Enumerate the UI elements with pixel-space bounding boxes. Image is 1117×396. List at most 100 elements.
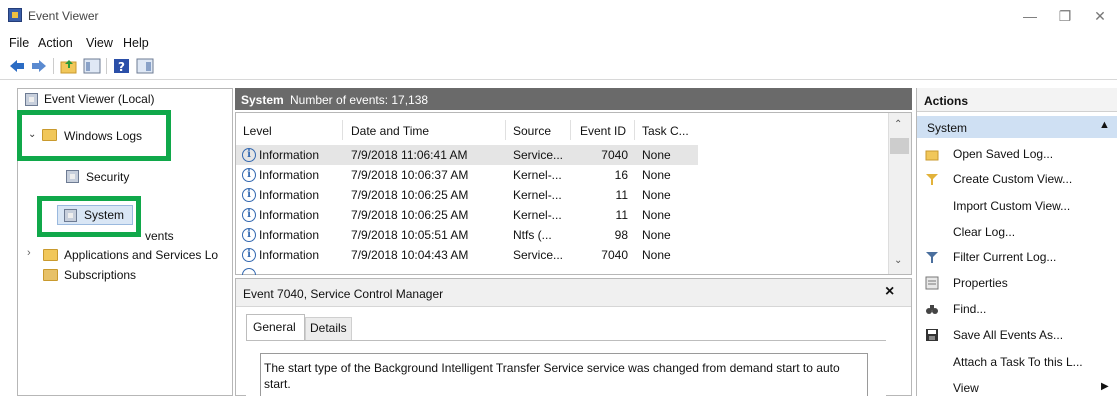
show-hide-tree-icon[interactable] (83, 58, 101, 74)
tree-item-applications-services[interactable]: Applications and Services Lo (64, 248, 218, 262)
action-attach-task[interactable]: Attach a Task To this L... (953, 355, 1083, 369)
action-open-saved-log[interactable]: Open Saved Log... (953, 147, 1053, 161)
close-detail-icon[interactable]: × (885, 283, 894, 301)
tree-item-system[interactable]: System (84, 208, 124, 222)
system-log-icon (64, 209, 77, 222)
row-event-id: 16 (614, 168, 628, 182)
row-date: 7/9/2018 10:05:51 AM (351, 228, 469, 242)
tree-item-subscriptions[interactable]: Subscriptions (64, 268, 136, 282)
security-log-icon (66, 170, 79, 183)
row-event-id: 11 (615, 188, 628, 202)
toolbar-separator (106, 58, 107, 74)
column-header-event-id[interactable]: Event ID (580, 124, 626, 138)
column-header-level[interactable]: Level (243, 124, 272, 138)
column-divider (634, 120, 635, 140)
filter-icon (925, 250, 939, 264)
filter-icon (925, 172, 939, 186)
help-icon[interactable]: ? (113, 58, 131, 74)
chevron-right-icon[interactable]: › (27, 247, 31, 259)
information-icon: i (242, 168, 256, 182)
action-import-custom-view[interactable]: Import Custom View... (953, 199, 1070, 213)
information-icon: i (242, 228, 256, 242)
tab-details-label: Details (310, 321, 347, 335)
row-source: Kernel-... (513, 188, 562, 202)
menu-help[interactable]: Help (123, 36, 149, 50)
scrollbar-thumb[interactable] (890, 138, 909, 154)
row-event-id: 98 (614, 228, 628, 242)
event-count: Number of events: 17,138 (290, 93, 429, 107)
chevron-down-icon[interactable]: ⌄ (28, 129, 36, 140)
action-create-custom-view[interactable]: Create Custom View... (953, 172, 1072, 186)
row-level: Information (259, 208, 320, 222)
maximize-button[interactable]: ❐ (1053, 6, 1077, 26)
row-event-id: 11 (615, 208, 628, 222)
row-task: None (642, 168, 671, 182)
scroll-down-icon[interactable]: ⌄ (894, 255, 902, 266)
information-icon: i (242, 188, 256, 202)
action-view[interactable]: View (953, 381, 979, 395)
row-source: Ntfs (... (513, 228, 552, 242)
action-filter-current-log[interactable]: Filter Current Log... (953, 250, 1056, 264)
toolbar (0, 54, 1117, 80)
windows-logs-folder-icon (42, 129, 57, 141)
close-button[interactable]: ✕ (1088, 6, 1112, 26)
event-viewer-app-icon (8, 8, 22, 22)
column-divider (505, 120, 506, 140)
row-level: Information (259, 248, 320, 262)
action-find[interactable]: Find... (953, 302, 986, 316)
row-date: 7/9/2018 10:06:37 AM (351, 168, 469, 182)
tree-item-forwarded-events[interactable]: vents (145, 229, 174, 243)
menu-bar (0, 32, 1117, 52)
show-hide-action-pane-icon[interactable] (136, 58, 154, 74)
window-title: Event Viewer (28, 9, 99, 23)
row-source: Service... (513, 148, 564, 162)
menu-action[interactable]: Action (38, 36, 73, 50)
back-arrow-icon[interactable] (8, 58, 26, 74)
menu-file[interactable]: File (9, 36, 29, 50)
tree-item-windows-logs[interactable]: Windows Logs (64, 129, 142, 143)
action-clear-log[interactable]: Clear Log... (953, 225, 1015, 239)
event-detail-title: Event 7040, Service Control Manager (243, 287, 444, 301)
row-level: Information (259, 188, 320, 202)
menu-view[interactable]: View (86, 36, 113, 50)
minimize-button[interactable]: — (1018, 6, 1042, 26)
collapse-up-icon[interactable]: ▲ (1099, 119, 1110, 131)
information-icon: i (242, 248, 256, 262)
column-divider (570, 120, 571, 140)
row-source: Kernel-... (513, 208, 562, 222)
row-date: 7/9/2018 10:06:25 AM (351, 208, 469, 222)
column-header-source[interactable]: Source (513, 124, 551, 138)
information-icon: i (242, 208, 256, 222)
tree-item-event-viewer-local[interactable]: Event Viewer (Local) (44, 92, 155, 106)
row-date: 7/9/2018 10:06:25 AM (351, 188, 469, 202)
column-divider (342, 120, 343, 140)
submenu-arrow-icon: ▶ (1101, 381, 1109, 392)
action-properties[interactable]: Properties (953, 276, 1008, 290)
row-date: 7/9/2018 11:06:41 AM (351, 148, 468, 162)
column-header-date-time[interactable]: Date and Time (351, 124, 429, 138)
row-source: Service... (513, 248, 564, 262)
toolbar-separator (53, 58, 54, 74)
open-folder-icon (925, 147, 939, 161)
event-viewer-icon (25, 93, 38, 106)
actions-title: Actions (924, 94, 969, 108)
row-level: Information (259, 168, 320, 182)
subscriptions-folder-icon (43, 269, 58, 281)
applications-folder-icon (43, 249, 58, 261)
row-event-id: 7040 (601, 248, 628, 262)
row-task: None (642, 148, 671, 162)
up-folder-icon[interactable] (60, 58, 78, 74)
row-task: None (642, 188, 671, 202)
actions-section-label: System (927, 121, 968, 135)
forward-arrow-icon[interactable] (30, 58, 48, 74)
row-source: Kernel-... (513, 168, 562, 182)
action-save-all-events-as[interactable]: Save All Events As... (953, 328, 1063, 342)
svg-text:?: ? (118, 60, 125, 74)
title-bar (0, 0, 1117, 32)
properties-icon (925, 276, 939, 290)
column-header-task-category[interactable]: Task C... (642, 124, 689, 138)
tree-item-security[interactable]: Security (86, 170, 129, 184)
row-event-id: 7040 (601, 148, 628, 162)
scroll-up-icon[interactable]: ⌃ (894, 119, 902, 130)
row-level: Information (259, 228, 320, 242)
